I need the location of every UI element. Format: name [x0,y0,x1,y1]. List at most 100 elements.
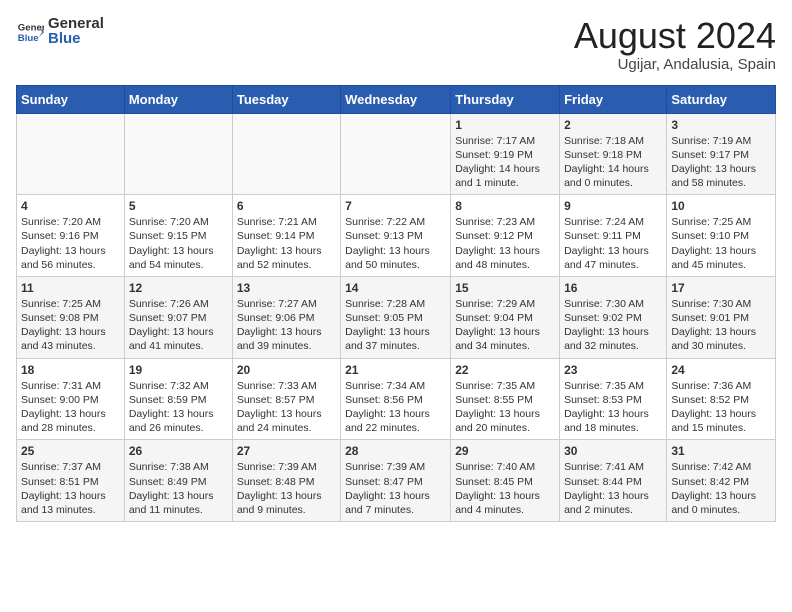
day-info: Sunset: 9:14 PM [237,229,336,243]
day-info: Sunset: 8:52 PM [671,393,771,407]
day-info: Sunset: 9:12 PM [455,229,555,243]
header: General Blue General Blue August 2024 Ug… [16,16,776,73]
day-number: 13 [237,281,336,295]
calendar-cell: 29Sunrise: 7:40 AMSunset: 8:45 PMDayligh… [451,440,560,522]
day-number: 1 [455,118,555,132]
calendar-cell [17,113,125,195]
day-info: Daylight: 14 hours and 1 minute. [455,162,555,190]
day-info: Sunset: 9:19 PM [455,148,555,162]
calendar-cell: 17Sunrise: 7:30 AMSunset: 9:01 PMDayligh… [667,276,776,358]
calendar-cell: 6Sunrise: 7:21 AMSunset: 9:14 PMDaylight… [232,195,340,277]
day-info: Daylight: 13 hours and 47 minutes. [564,244,662,272]
week-row-2: 4Sunrise: 7:20 AMSunset: 9:16 PMDaylight… [17,195,776,277]
day-info: Sunset: 9:06 PM [237,311,336,325]
day-info: Sunrise: 7:30 AM [564,297,662,311]
day-info: Sunset: 9:10 PM [671,229,771,243]
day-info: Sunrise: 7:32 AM [129,379,228,393]
calendar-cell: 30Sunrise: 7:41 AMSunset: 8:44 PMDayligh… [560,440,667,522]
title-area: August 2024 Ugijar, Andalusia, Spain [574,16,776,73]
calendar-cell [124,113,232,195]
day-info: Sunrise: 7:24 AM [564,215,662,229]
weekday-header-wednesday: Wednesday [341,85,451,113]
day-info: Sunrise: 7:40 AM [455,460,555,474]
calendar-cell: 25Sunrise: 7:37 AMSunset: 8:51 PMDayligh… [17,440,125,522]
calendar-cell: 31Sunrise: 7:42 AMSunset: 8:42 PMDayligh… [667,440,776,522]
day-number: 7 [345,199,446,213]
day-info: Daylight: 13 hours and 28 minutes. [21,407,120,435]
calendar-cell: 3Sunrise: 7:19 AMSunset: 9:17 PMDaylight… [667,113,776,195]
calendar-cell: 18Sunrise: 7:31 AMSunset: 9:00 PMDayligh… [17,358,125,440]
day-info: Sunset: 8:55 PM [455,393,555,407]
calendar-cell: 27Sunrise: 7:39 AMSunset: 8:48 PMDayligh… [232,440,340,522]
calendar-cell: 9Sunrise: 7:24 AMSunset: 9:11 PMDaylight… [560,195,667,277]
day-info: Sunrise: 7:41 AM [564,460,662,474]
day-info: Sunset: 9:08 PM [21,311,120,325]
day-info: Sunrise: 7:28 AM [345,297,446,311]
day-info: Sunset: 9:02 PM [564,311,662,325]
day-info: Daylight: 13 hours and 30 minutes. [671,325,771,353]
day-number: 17 [671,281,771,295]
logo: General Blue General Blue [16,16,104,47]
calendar-cell [232,113,340,195]
day-info: Daylight: 13 hours and 54 minutes. [129,244,228,272]
day-info: Daylight: 13 hours and 11 minutes. [129,489,228,517]
day-info: Daylight: 13 hours and 7 minutes. [345,489,446,517]
day-number: 20 [237,363,336,377]
calendar-cell: 24Sunrise: 7:36 AMSunset: 8:52 PMDayligh… [667,358,776,440]
day-info: Sunrise: 7:27 AM [237,297,336,311]
day-info: Sunrise: 7:38 AM [129,460,228,474]
day-info: Sunset: 8:57 PM [237,393,336,407]
day-info: Sunrise: 7:42 AM [671,460,771,474]
day-info: Sunset: 9:18 PM [564,148,662,162]
day-info: Sunset: 9:15 PM [129,229,228,243]
logo-blue-text: Blue [48,31,104,48]
day-info: Daylight: 13 hours and 34 minutes. [455,325,555,353]
week-row-3: 11 Sunrise: 7:25 AMSunset: 9:08 PM Dayligh… [17,276,776,358]
day-info: Sunset: 9:01 PM [671,311,771,325]
calendar-cell: 2Sunrise: 7:18 AMSunset: 9:18 PMDaylight… [560,113,667,195]
day-number: 6 [237,199,336,213]
week-row-4: 18Sunrise: 7:31 AMSunset: 9:00 PMDayligh… [17,358,776,440]
day-info: Daylight: 13 hours and 22 minutes. [345,407,446,435]
day-info: Sunset: 9:00 PM [21,393,120,407]
day-info: Sunrise: 7:31 AM [21,379,120,393]
day-info: Sunrise: 7:34 AM [345,379,446,393]
day-info: Daylight: 13 hours and 39 minutes. [237,325,336,353]
day-info: Daylight: 13 hours and 37 minutes. [345,325,446,353]
day-info: Sunrise: 7:18 AM [564,134,662,148]
day-number: 24 [671,363,771,377]
day-number: 11 [21,281,120,295]
day-info: Daylight: 13 hours and 9 minutes. [237,489,336,517]
day-info: Sunset: 9:17 PM [671,148,771,162]
day-info: Sunset: 9:13 PM [345,229,446,243]
day-info: Sunrise: 7:19 AM [671,134,771,148]
logo-icon: General Blue [16,18,44,46]
day-info: Sunrise: 7:39 AM [345,460,446,474]
day-info: Daylight: 13 hours and 2 minutes. [564,489,662,517]
day-number: 21 [345,363,446,377]
weekday-header-friday: Friday [560,85,667,113]
day-info: Sunrise: 7:35 AM [455,379,555,393]
day-info: Sunrise: 7:20 AM [129,215,228,229]
day-info: Sunset: 9:04 PM [455,311,555,325]
calendar-cell: 10Sunrise: 7:25 AMSunset: 9:10 PMDayligh… [667,195,776,277]
day-number: 25 [21,444,120,458]
calendar-cell: 13 Sunrise: 7:27 AMSunset: 9:06 PMDayligh… [232,276,340,358]
day-info: Sunrise: 7:17 AM [455,134,555,148]
calendar-cell: 15Sunrise: 7:29 AMSunset: 9:04 PMDayligh… [451,276,560,358]
day-info: Sunset: 8:59 PM [129,393,228,407]
day-info: Daylight: 14 hours and 0 minutes. [564,162,662,190]
calendar-cell [341,113,451,195]
day-info: Daylight: 13 hours and 15 minutes. [671,407,771,435]
day-info: Sunset: 9:16 PM [21,229,120,243]
day-number: 23 [564,363,662,377]
week-row-1: 1Sunrise: 7:17 AMSunset: 9:19 PMDaylight… [17,113,776,195]
day-info: Sunrise: 7:25 AM [21,297,120,311]
day-info: Sunrise: 7:23 AM [455,215,555,229]
weekday-header-row: SundayMondayTuesdayWednesdayThursdayFrid… [17,85,776,113]
day-number: 31 [671,444,771,458]
day-info: Daylight: 13 hours and 18 minutes. [564,407,662,435]
calendar-cell: 21Sunrise: 7:34 AMSunset: 8:56 PMDayligh… [341,358,451,440]
day-info: Sunrise: 7:29 AM [455,297,555,311]
day-info: Sunrise: 7:39 AM [237,460,336,474]
